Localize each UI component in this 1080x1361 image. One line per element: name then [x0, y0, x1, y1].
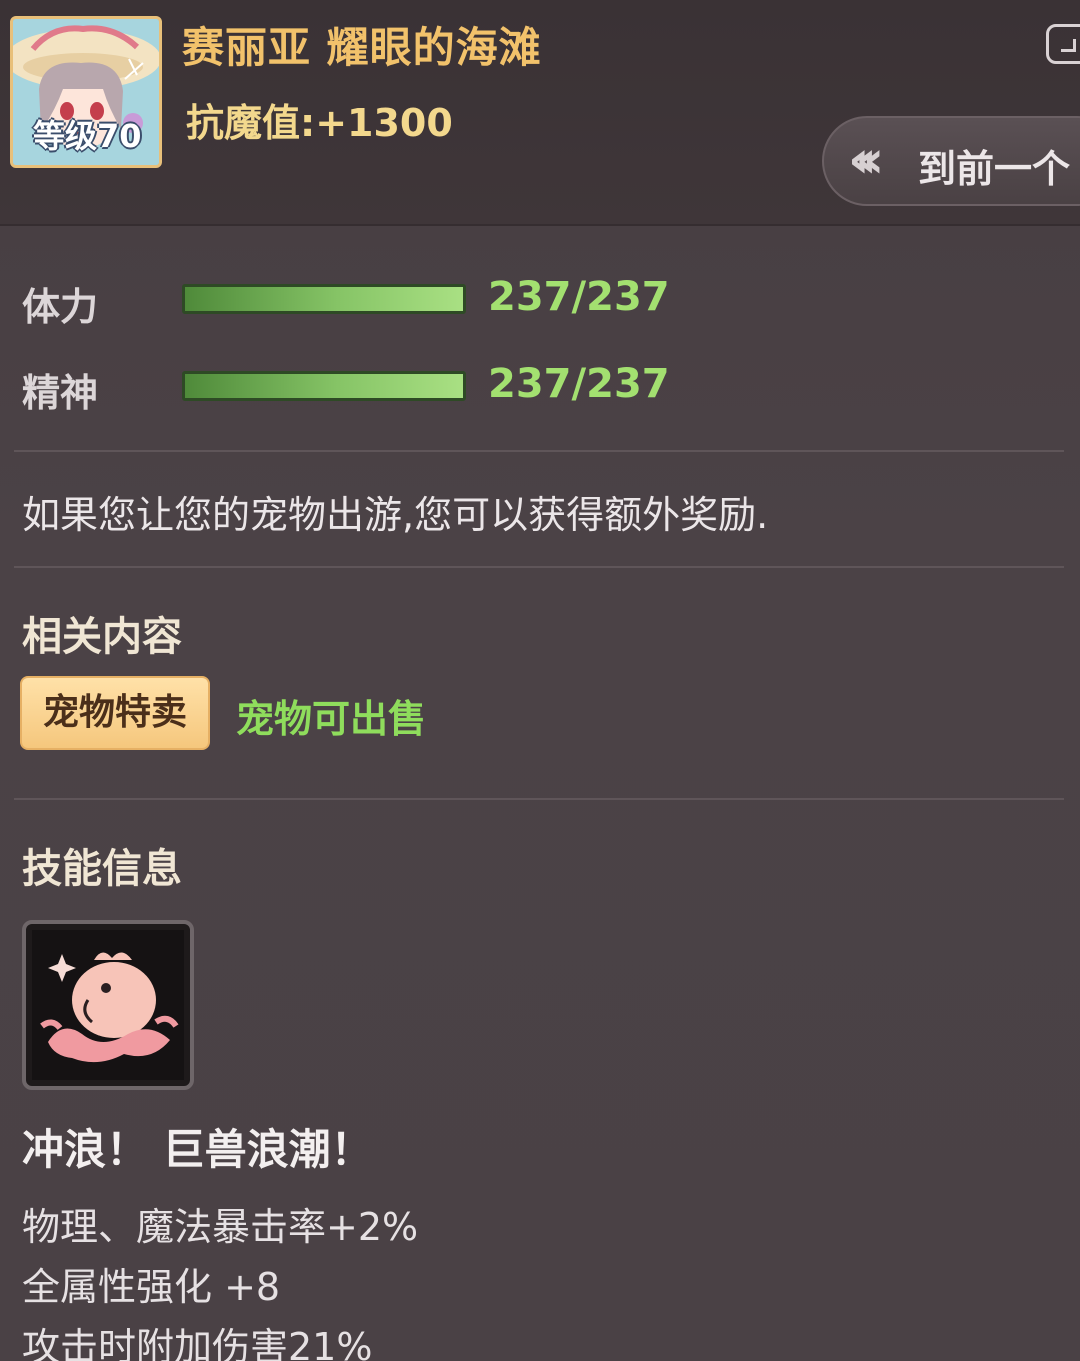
double-chevron-left-icon: ‹‹‹ — [848, 130, 884, 190]
skill-effect: 物理、魔法暴击率+2% — [22, 1205, 419, 1249]
related-section-title: 相关内容 — [22, 614, 182, 660]
stat-label-spirit: 精神 — [22, 371, 99, 415]
divider — [14, 566, 1064, 568]
spirit-bar — [182, 371, 466, 401]
stat-label-stamina: 体力 — [22, 285, 99, 329]
spirit-bar-fill — [185, 374, 463, 398]
divider — [14, 798, 1064, 800]
collapse-icon[interactable] — [1046, 24, 1080, 64]
pet-avatar[interactable]: 等级70 — [10, 16, 162, 168]
pink-wave-creature-icon — [32, 930, 184, 1080]
pet-detail-panel: 等级70 赛丽亚 耀眼的海滩 抗魔值:+1300 ‹‹‹ 到前一个 体力 237… — [0, 0, 1080, 1361]
pet-name: 赛丽亚 耀眼的海滩 — [182, 23, 542, 72]
stamina-bar-fill — [185, 287, 463, 311]
skill-effect: 全属性强化 +8 — [22, 1265, 281, 1309]
skill-section-title: 技能信息 — [22, 846, 182, 892]
avatar-level: 等级70 — [33, 117, 142, 155]
pet-sale-button[interactable]: 宠物特卖 — [20, 676, 210, 750]
skill-name: 冲浪！ 巨兽浪潮！ — [22, 1125, 373, 1174]
stamina-value: 237/237 — [488, 274, 670, 320]
resist-value: 抗魔值:+1300 — [186, 101, 453, 145]
pet-sale-button-label: 宠物特卖 — [42, 692, 187, 733]
sellable-status: 宠物可出售 — [236, 697, 427, 741]
outing-notice: 如果您让您的宠物出游,您可以获得额外奖励. — [22, 493, 769, 537]
previous-button[interactable]: ‹‹‹ 到前一个 — [822, 116, 1080, 206]
stamina-bar — [182, 284, 466, 314]
skill-icon[interactable] — [22, 920, 194, 1090]
previous-button-label: 到前一个 — [918, 147, 1071, 191]
spirit-value: 237/237 — [488, 361, 670, 407]
divider — [14, 450, 1064, 452]
skill-effect: 攻击时附加伤害21% — [22, 1325, 373, 1361]
header: 等级70 赛丽亚 耀眼的海滩 抗魔值:+1300 ‹‹‹ 到前一个 — [0, 0, 1080, 226]
